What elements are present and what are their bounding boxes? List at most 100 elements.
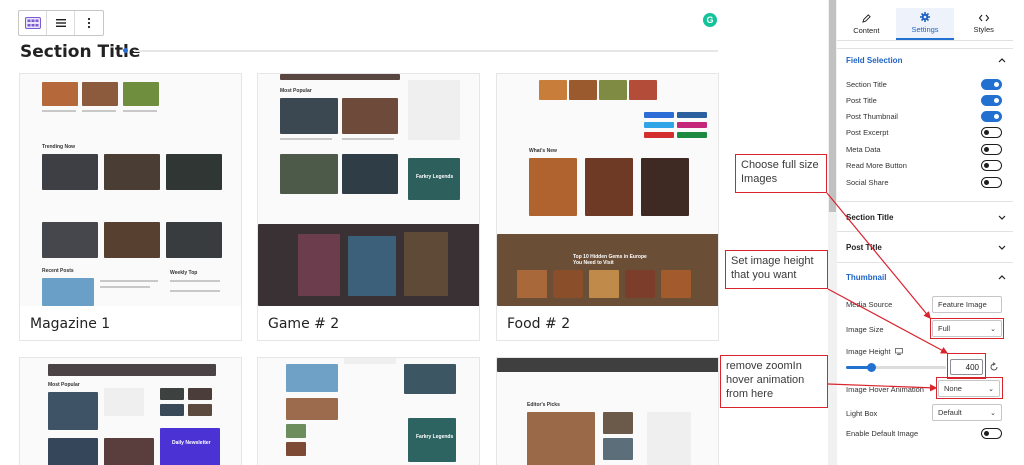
image-height-slider[interactable] [846,363,946,372]
divider [837,262,1013,263]
highlight-image-height [947,353,986,379]
thumb-heading: Editor's Picks [527,402,560,408]
card-thumbnail: What's New Top 10 Hidden Gems in Europe … [497,74,718,306]
panel-tabs: Content Settings Styles [837,8,1013,41]
card-thumbnail: Most Popular Farkry Legends [258,74,479,306]
select-value: Default [938,408,962,417]
media-source-select[interactable]: Feature Image [932,296,1002,313]
thumb-heading: Farkry Legends [416,434,454,440]
gear-icon [920,12,930,22]
section-heading: Thumbnail [846,273,887,282]
card-label: Game # 2 [268,316,340,332]
layout-card-5[interactable]: Farkry Legends [257,357,480,465]
select-value: Feature Image [938,300,987,309]
layout-card-food-2[interactable]: What's New Top 10 Hidden Gems in Europe … [496,73,719,341]
field-meta-data: Meta Data [846,144,1002,155]
toggle-social-share[interactable] [981,177,1002,188]
more-options-button[interactable] [75,11,103,35]
field-label: Media Source [846,300,893,309]
card-label: Magazine 1 [30,316,111,332]
field-label: Image Height [846,347,891,356]
tab-label: Styles [973,25,994,34]
editor-canvas: G Section Title Trending Now Recent Post… [0,0,828,465]
toggle-section-title[interactable] [981,79,1002,90]
layout-card-game-2[interactable]: Most Popular Farkry Legends Game # 2 [257,73,480,341]
field-section-title: Section Title [846,79,1002,90]
field-label: Post Title [846,96,877,105]
block-type-button[interactable] [19,11,47,35]
toggle-post-thumbnail[interactable] [981,111,1002,122]
section-heading: Field Selection [846,56,903,65]
tab-label: Settings [911,25,939,34]
divider [837,48,1013,49]
field-label: Image Hover Animation [846,385,924,394]
field-post-excerpt: Post Excerpt [846,127,1002,138]
reset-icon[interactable] [989,362,999,372]
slider-handle[interactable] [867,363,876,372]
card-thumbnail: Farkry Legends [258,358,479,465]
chevron-down-icon [998,215,1006,220]
light-box-select[interactable]: Default ⌄ [932,404,1002,421]
toggle-meta-data[interactable] [981,144,1002,155]
annotation-full-size: Choose full size Images [735,154,827,193]
field-social-share: Social Share [846,177,1002,188]
card-label: Food # 2 [507,316,571,332]
toggle-post-excerpt[interactable] [981,127,1002,138]
divider [837,231,1013,232]
scrollbar-thumb[interactable] [829,0,836,212]
chevron-down-icon [998,245,1006,250]
layout-card-magazine-1[interactable]: Trending Now Recent Posts Weekly Top Mag… [19,73,242,341]
pencil-icon [862,13,871,23]
field-label: Section Title [846,80,887,89]
image-size-label: Image Size [846,325,906,334]
grammarly-icon[interactable]: G [703,13,717,27]
annotation-image-height: Set image height that you want [725,250,828,289]
divider [837,201,1013,202]
toggle-read-more[interactable] [981,160,1002,171]
desktop-icon[interactable] [894,348,903,355]
thumb-heading: What's New [529,148,557,154]
highlight-hover-animation [936,377,1003,399]
thumb-heading: Daily Newsletter [172,440,211,446]
chevron-up-icon [998,58,1006,63]
thumb-heading: Weekly Top [170,270,198,276]
thumb-heading: Farkry Legends [416,174,454,180]
media-source-label: Media Source [846,300,906,309]
thumb-heading: Top 10 Hidden Gems in Europe You Need to… [573,254,647,266]
enable-default-image-row: Enable Default Image [846,428,1002,439]
field-label: Enable Default Image [846,429,919,438]
chevron-up-icon [998,275,1006,280]
thumb-heading: Trending Now [42,144,76,150]
layout-card-6[interactable]: Editor's Picks [496,357,719,465]
field-label: Meta Data [846,145,881,154]
thumbnail-panel-header[interactable]: Thumbnail [846,273,1006,282]
tab-styles[interactable]: Styles [954,8,1013,40]
field-label: Image Size [846,325,884,334]
tab-settings[interactable]: Settings [895,8,955,40]
card-thumbnail: Editor's Picks [497,358,718,465]
hover-animation-label: Image Hover Animation [846,385,938,394]
more-options-icon [87,17,91,29]
block-toolbar [18,10,104,36]
tab-label: Content [853,25,880,35]
annotation-hover-animation: remove zoomIn hover animation from here [720,355,828,408]
section-title-dot [123,48,128,53]
section-title-panel-header[interactable]: Section Title [846,213,1006,222]
card-thumbnail: Most Popular Daily Newsletter [20,358,241,465]
field-label: Light Box [846,409,878,418]
section-title[interactable]: Section Title [20,42,140,62]
tab-content[interactable]: Content [837,8,896,40]
layout-card-4[interactable]: Most Popular Daily Newsletter [19,357,242,465]
section-heading: Post Title [846,243,882,252]
field-selection-header[interactable]: Field Selection [846,56,1006,65]
post-title-panel-header[interactable]: Post Title [846,243,1006,252]
align-button[interactable] [47,11,75,35]
image-height-label: Image Height [846,347,916,356]
light-box-label: Light Box [846,409,906,418]
section-title-line [134,50,718,52]
field-label: Read More Button [846,161,907,170]
toggle-enable-default-image[interactable] [981,428,1002,439]
toggle-post-title[interactable] [981,95,1002,106]
field-label: Post Excerpt [846,128,889,137]
code-icon [978,14,989,22]
